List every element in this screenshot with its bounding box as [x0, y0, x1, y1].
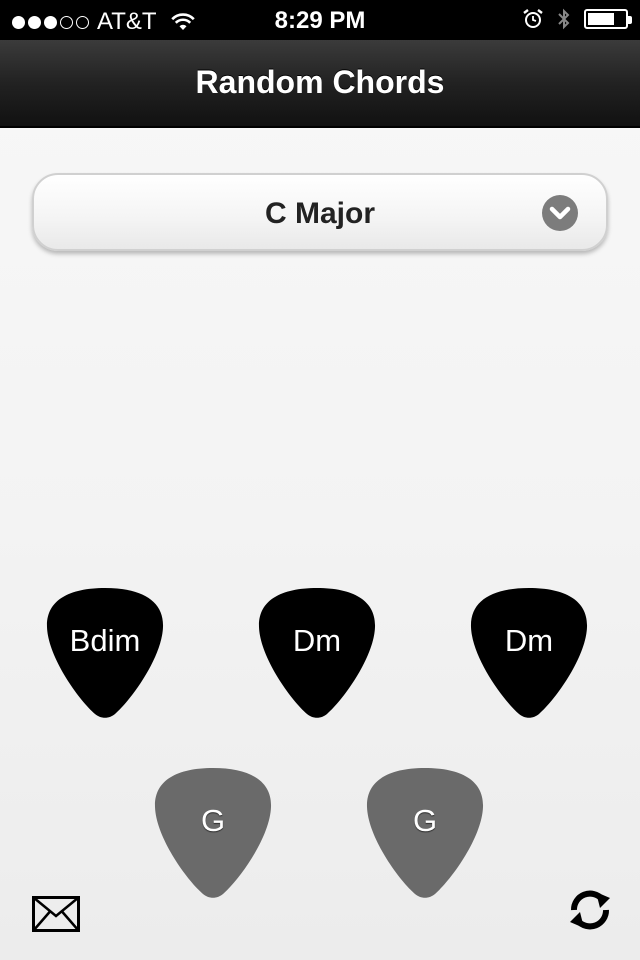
key-selector-value: C Major	[264, 197, 375, 230]
chord-label: Bdim	[69, 623, 141, 658]
chord-pick[interactable]: G	[366, 767, 484, 899]
chord-label: Dm	[504, 623, 554, 658]
chord-pick[interactable]: G	[154, 767, 272, 899]
status-bar: AT&T 8:29 PM	[0, 0, 640, 40]
chord-pick[interactable]: Dm	[258, 587, 376, 719]
chord-pick[interactable]: Bdim	[46, 587, 164, 719]
refresh-icon[interactable]	[566, 888, 614, 932]
page-title: Random Chords	[195, 64, 445, 100]
chord-label: Dm	[292, 623, 342, 658]
key-selector-button[interactable]: C Major	[32, 173, 608, 251]
bluetooth-icon	[558, 8, 570, 30]
chord-label: G	[412, 803, 438, 838]
status-right	[522, 7, 632, 31]
alarm-icon	[523, 9, 543, 28]
chevron-down-icon	[542, 195, 578, 231]
chord-pick[interactable]: Dm	[470, 587, 588, 719]
nav-bar: Random Chords	[0, 40, 640, 128]
envelope-icon[interactable]	[32, 896, 80, 932]
chord-label: G	[200, 803, 226, 838]
battery-icon	[584, 9, 632, 29]
